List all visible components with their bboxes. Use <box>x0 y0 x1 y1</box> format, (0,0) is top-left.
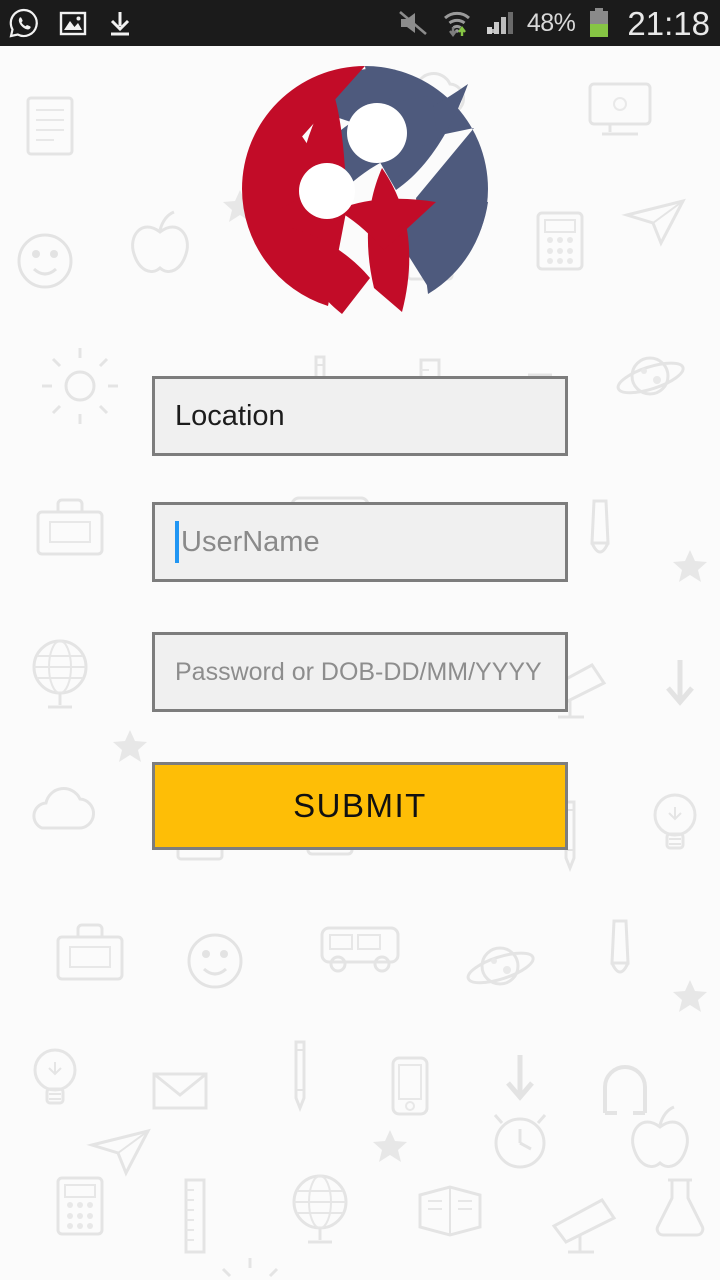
password-field[interactable]: Password or DOB-DD/MM/YYYY <box>152 632 568 712</box>
location-field[interactable]: Location <box>152 376 568 456</box>
status-bar[interactable]: 48% 21:18 <box>0 0 720 46</box>
password-placeholder: Password or DOB-DD/MM/YYYY <box>175 657 542 686</box>
username-field[interactable]: UserName <box>152 502 568 582</box>
username-placeholder: UserName <box>181 525 320 558</box>
app-logo <box>242 66 488 314</box>
submit-button[interactable]: SUBMIT <box>152 762 568 850</box>
login-screen: Location UserName Password or DOB-DD/MM/… <box>0 46 720 1280</box>
signal-bars-icon <box>486 12 513 34</box>
status-bar-clock: 21:18 <box>627 4 710 42</box>
gallery-image-icon <box>59 11 87 36</box>
status-bar-left-icons <box>8 7 134 39</box>
submit-button-label: SUBMIT <box>293 787 427 824</box>
whatsapp-icon <box>9 8 38 38</box>
wifi-data-icon <box>443 11 470 37</box>
text-caret <box>175 521 179 563</box>
location-value: Location <box>175 399 285 432</box>
download-icon <box>110 12 130 36</box>
mute-icon <box>399 11 427 35</box>
status-bar-right-icons: 48% 21:18 <box>397 7 710 40</box>
battery-icon <box>590 8 609 37</box>
battery-percent-label: 48% <box>526 8 576 37</box>
